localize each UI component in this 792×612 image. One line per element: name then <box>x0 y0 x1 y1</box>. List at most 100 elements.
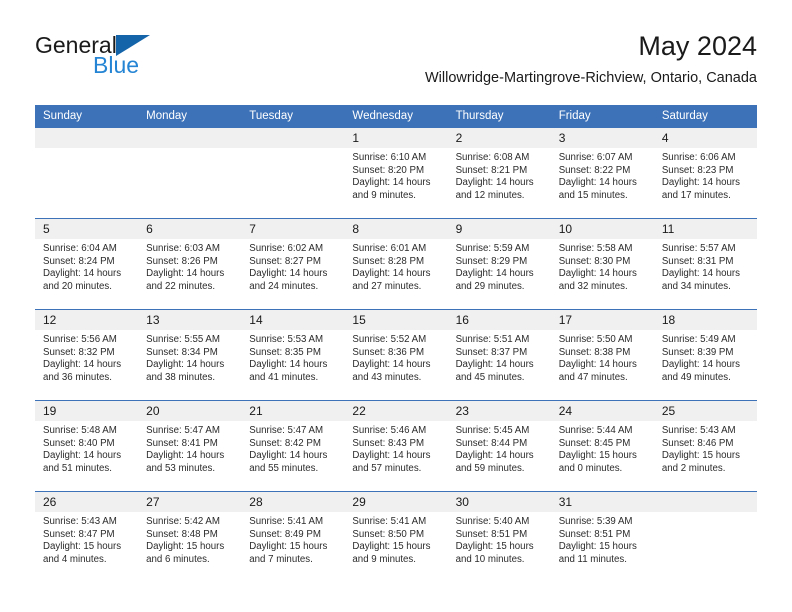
weekday-header-tuesday: Tuesday <box>241 105 345 128</box>
day-number: 14 <box>241 310 345 330</box>
sunrise-text: Sunrise: 6:06 AM <box>661 152 736 163</box>
day-number: 12 <box>35 310 139 330</box>
day-sun-info: Sunrise: 6:08 AM Sunset: 8:21 PM Daylight:… <box>448 148 551 202</box>
calendar-day-cell[interactable]: 10 Sunrise: 5:58 AM Sunset: 8:30 PM Dayligh… <box>550 219 654 310</box>
day-number: 22 <box>344 401 448 421</box>
calendar-day-cell[interactable]: 7 Sunrise: 6:02 AM Sunset: 8:27 PM Daylight… <box>241 219 345 310</box>
calendar-day-cell[interactable]: 31 Sunrise: 5:39 AM Sunset: 8:51 PM Dayligh… <box>550 492 654 583</box>
day-number: 2 <box>447 128 551 148</box>
daylight-text-line1: Daylight: 14 hours <box>558 359 637 371</box>
day-number: 6 <box>138 219 242 239</box>
daylight-text-line1: Daylight: 14 hours <box>661 268 740 280</box>
day-sun-info: Sunrise: 5:47 AM Sunset: 8:42 PM Daylight:… <box>241 421 344 475</box>
day-number: 1 <box>344 128 448 148</box>
calendar-day-cell[interactable]: 28 Sunrise: 5:41 AM Sunset: 8:49 PM Dayligh… <box>241 492 345 583</box>
daylight-text-line1: Daylight: 15 hours <box>661 450 740 462</box>
sunrise-text: Sunrise: 5:41 AM <box>249 516 324 527</box>
daylight-text-line1: Daylight: 14 hours <box>146 450 225 462</box>
daylight-text-line2: and 38 minutes. <box>146 371 216 383</box>
sunrise-text: Sunrise: 5:53 AM <box>249 334 324 345</box>
calendar-empty-cell <box>35 128 139 219</box>
daylight-text-line2: and 53 minutes. <box>146 462 216 474</box>
calendar-day-cell[interactable]: 29 Sunrise: 5:41 AM Sunset: 8:50 PM Dayligh… <box>344 492 448 583</box>
calendar-day-cell[interactable]: 4 Sunrise: 6:06 AM Sunset: 8:23 PM Daylight… <box>653 128 757 219</box>
daylight-text-line1: Daylight: 14 hours <box>455 177 534 189</box>
day-number: 15 <box>344 310 448 330</box>
calendar-day-cell[interactable]: 22 Sunrise: 5:46 AM Sunset: 8:43 PM Dayligh… <box>344 401 448 492</box>
day-cell-inner: 3 Sunrise: 6:07 AM Sunset: 8:22 PM Daylight… <box>550 128 654 218</box>
day-cell-inner: 6 Sunrise: 6:03 AM Sunset: 8:26 PM Daylight… <box>138 219 242 309</box>
day-number: 28 <box>241 492 345 512</box>
sunrise-text: Sunrise: 6:07 AM <box>558 152 633 163</box>
sunrise-text: Sunrise: 5:52 AM <box>352 334 427 345</box>
day-number: 17 <box>550 310 654 330</box>
calendar-day-cell[interactable]: 26 Sunrise: 5:43 AM Sunset: 8:47 PM Dayligh… <box>35 492 139 583</box>
calendar-day-cell[interactable]: 30 Sunrise: 5:40 AM Sunset: 8:51 PM Dayligh… <box>447 492 551 583</box>
calendar-day-cell[interactable]: 16 Sunrise: 5:51 AM Sunset: 8:37 PM Dayligh… <box>447 310 551 401</box>
sunset-text: Sunset: 8:22 PM <box>558 164 631 176</box>
calendar-day-cell[interactable]: 12 Sunrise: 5:56 AM Sunset: 8:32 PM Dayligh… <box>35 310 139 401</box>
calendar-day-cell[interactable]: 18 Sunrise: 5:49 AM Sunset: 8:39 PM Dayligh… <box>653 310 757 401</box>
calendar-day-cell[interactable]: 17 Sunrise: 5:50 AM Sunset: 8:38 PM Dayligh… <box>550 310 654 401</box>
sunrise-text: Sunrise: 6:03 AM <box>146 243 220 254</box>
calendar-day-cell[interactable]: 21 Sunrise: 5:47 AM Sunset: 8:42 PM Dayligh… <box>241 401 345 492</box>
calendar-day-cell[interactable]: 23 Sunrise: 5:45 AM Sunset: 8:44 PM Dayligh… <box>447 401 551 492</box>
daylight-text-line1: Daylight: 14 hours <box>249 359 328 371</box>
day-sun-info: Sunrise: 5:44 AM Sunset: 8:45 PM Daylight:… <box>551 421 654 475</box>
calendar-day-cell[interactable]: 13 Sunrise: 5:55 AM Sunset: 8:34 PM Dayligh… <box>138 310 242 401</box>
daylight-text-line2: and 59 minutes. <box>455 462 525 474</box>
day-cell-inner: 20 Sunrise: 5:47 AM Sunset: 8:41 PM Dayligh… <box>138 401 242 491</box>
calendar-day-cell[interactable]: 15 Sunrise: 5:52 AM Sunset: 8:36 PM Dayligh… <box>344 310 448 401</box>
weekday-header-thursday: Thursday <box>447 105 551 128</box>
calendar-day-cell[interactable]: 2 Sunrise: 6:08 AM Sunset: 8:21 PM Daylight… <box>447 128 551 219</box>
daylight-text-line1: Daylight: 14 hours <box>455 268 534 280</box>
sunrise-text: Sunrise: 6:08 AM <box>455 152 530 163</box>
sunrise-text: Sunrise: 5:40 AM <box>455 516 530 527</box>
day-cell-inner: 29 Sunrise: 5:41 AM Sunset: 8:50 PM Dayligh… <box>344 492 448 582</box>
calendar-day-cell[interactable]: 14 Sunrise: 5:53 AM Sunset: 8:35 PM Dayligh… <box>241 310 345 401</box>
day-sun-info: Sunrise: 5:51 AM Sunset: 8:37 PM Daylight:… <box>448 330 551 384</box>
calendar-day-cell[interactable]: 8 Sunrise: 6:01 AM Sunset: 8:28 PM Daylight… <box>344 219 448 310</box>
day-sun-info <box>654 512 757 516</box>
day-number: 19 <box>35 401 139 421</box>
day-sun-info: Sunrise: 6:02 AM Sunset: 8:27 PM Daylight:… <box>241 239 344 293</box>
sunset-text: Sunset: 8:20 PM <box>352 164 425 176</box>
daylight-text-line2: and 24 minutes. <box>249 280 319 292</box>
daylight-text-line1: Daylight: 14 hours <box>455 359 534 371</box>
day-sun-info: Sunrise: 5:59 AM Sunset: 8:29 PM Daylight:… <box>448 239 551 293</box>
daylight-text-line1: Daylight: 14 hours <box>661 177 740 189</box>
calendar-day-cell[interactable]: 27 Sunrise: 5:42 AM Sunset: 8:48 PM Dayligh… <box>138 492 242 583</box>
calendar-day-cell[interactable]: 20 Sunrise: 5:47 AM Sunset: 8:41 PM Dayligh… <box>138 401 242 492</box>
calendar-week-row: 5 Sunrise: 6:04 AM Sunset: 8:24 PM Daylight… <box>35 218 757 310</box>
calendar-week-row: 1 Sunrise: 6:10 AM Sunset: 8:20 PM Daylight… <box>35 127 757 219</box>
day-number: 3 <box>550 128 654 148</box>
day-sun-info: Sunrise: 5:52 AM Sunset: 8:36 PM Daylight:… <box>344 330 447 384</box>
day-cell-inner: 8 Sunrise: 6:01 AM Sunset: 8:28 PM Daylight… <box>344 219 448 309</box>
daylight-text-line2: and 45 minutes. <box>455 371 525 383</box>
daylight-text-line1: Daylight: 15 hours <box>558 450 637 462</box>
calendar-body: 1 Sunrise: 6:10 AM Sunset: 8:20 PM Daylight… <box>35 127 757 583</box>
calendar-day-cell[interactable]: 9 Sunrise: 5:59 AM Sunset: 8:29 PM Daylight… <box>447 219 551 310</box>
calendar-day-cell[interactable]: 25 Sunrise: 5:43 AM Sunset: 8:46 PM Dayligh… <box>653 401 757 492</box>
calendar-day-cell[interactable]: 1 Sunrise: 6:10 AM Sunset: 8:20 PM Daylight… <box>344 128 448 219</box>
calendar-day-cell[interactable]: 5 Sunrise: 6:04 AM Sunset: 8:24 PM Daylight… <box>35 219 139 310</box>
daylight-text-line1: Daylight: 14 hours <box>352 450 431 462</box>
calendar-day-cell[interactable]: 11 Sunrise: 5:57 AM Sunset: 8:31 PM Dayligh… <box>653 219 757 310</box>
daylight-text-line1: Daylight: 15 hours <box>558 541 637 553</box>
sunset-text: Sunset: 8:51 PM <box>455 528 528 540</box>
calendar-day-cell[interactable]: 19 Sunrise: 5:48 AM Sunset: 8:40 PM Dayligh… <box>35 401 139 492</box>
day-number: 30 <box>447 492 551 512</box>
triangle-icon <box>115 35 150 56</box>
daylight-text-line2: and 41 minutes. <box>249 371 319 383</box>
title-block: May 2024 Willowridge-Martingrove-Richvie… <box>425 30 757 88</box>
sunset-text: Sunset: 8:28 PM <box>352 255 425 267</box>
calendar-day-cell[interactable]: 24 Sunrise: 5:44 AM Sunset: 8:45 PM Dayligh… <box>550 401 654 492</box>
sunset-text: Sunset: 8:30 PM <box>558 255 631 267</box>
sunset-text: Sunset: 8:21 PM <box>455 164 528 176</box>
sunset-text: Sunset: 8:37 PM <box>455 346 528 358</box>
sunset-text: Sunset: 8:29 PM <box>455 255 528 267</box>
day-sun-info: Sunrise: 5:53 AM Sunset: 8:35 PM Daylight:… <box>241 330 344 384</box>
calendar-day-cell[interactable]: 3 Sunrise: 6:07 AM Sunset: 8:22 PM Daylight… <box>550 128 654 219</box>
day-sun-info <box>35 148 138 152</box>
calendar-day-cell[interactable]: 6 Sunrise: 6:03 AM Sunset: 8:26 PM Daylight… <box>138 219 242 310</box>
